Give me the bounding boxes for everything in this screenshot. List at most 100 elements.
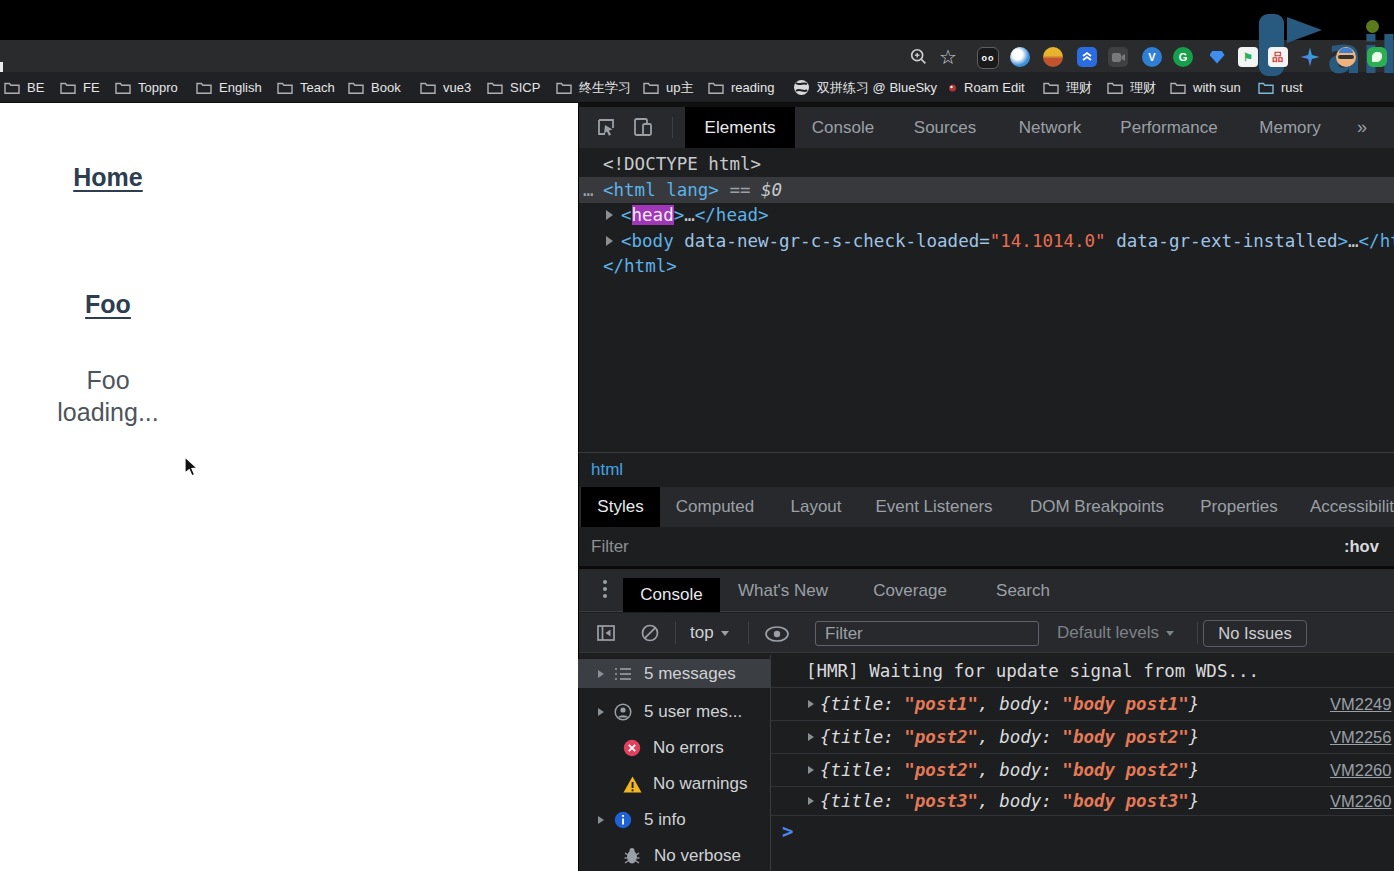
console-log-object[interactable]: {title: "post2", body: "body post2"}VM22…	[771, 754, 1394, 787]
tab-performance[interactable]: Performance	[1120, 107, 1217, 148]
body-expand-arrow[interactable]	[606, 236, 613, 246]
expand-arrow[interactable]	[808, 700, 814, 708]
source-link[interactable]: VM2249	[1330, 688, 1391, 720]
camera-icon[interactable]	[1108, 47, 1128, 67]
bookmark-vue3[interactable]: vue3	[420, 72, 471, 103]
sidebar-item-verbose[interactable]: No verbose	[578, 843, 770, 869]
green-flag-icon[interactable]: ⚑	[1238, 47, 1258, 67]
expand-arrow[interactable]	[598, 670, 604, 678]
tab-computed[interactable]: Computed	[676, 487, 754, 527]
styles-filter-input[interactable]: Filter	[591, 527, 629, 566]
log-levels-dropdown[interactable]: Default levels	[1057, 613, 1174, 653]
tab-accessibility[interactable]: Accessibility	[1310, 487, 1394, 527]
code-html-open[interactable]: <html lang> == $0	[603, 177, 782, 203]
tab-elements[interactable]: Elements	[685, 107, 795, 148]
grammarly-g-icon[interactable]: G	[1173, 47, 1193, 67]
red-org-icon[interactable]: 品	[1268, 47, 1288, 67]
sidebar-item-user-messages[interactable]: 5 user mes...	[578, 699, 770, 725]
tab-console[interactable]: Console	[812, 107, 874, 148]
code-html-close[interactable]: </html>	[603, 253, 677, 279]
source-link[interactable]: VM2260	[1330, 754, 1391, 786]
tab-network[interactable]: Network	[1019, 107, 1081, 148]
context-selector[interactable]: top	[690, 613, 729, 653]
console-prompt-chevron[interactable]: >	[782, 820, 793, 842]
drawer-tab-search[interactable]: Search	[996, 569, 1050, 612]
tab-event-listeners[interactable]: Event Listeners	[875, 487, 992, 527]
blue-chevrons-icon[interactable]	[1077, 47, 1097, 67]
live-expression-eye-icon[interactable]	[764, 626, 790, 642]
expand-arrow[interactable]	[808, 797, 814, 805]
blue-gem-icon[interactable]	[1207, 47, 1227, 67]
expand-arrow[interactable]	[598, 708, 604, 716]
bookmark-rust[interactable]: rust	[1258, 72, 1303, 103]
evernote-elephant-icon[interactable]	[1367, 47, 1387, 67]
bookmark-english[interactable]: English	[196, 72, 262, 103]
sidebar-item-info[interactable]: 5 info	[578, 807, 770, 833]
code-head[interactable]: <head>…</head>	[621, 202, 769, 228]
dark-reader-icon[interactable]: oo	[977, 47, 999, 69]
hidden-ellipsis[interactable]: …	[583, 177, 594, 203]
bookmark-roam-edit[interactable]: Roam Edit	[948, 72, 1025, 103]
tab-styles[interactable]: Styles	[581, 487, 660, 527]
tab-properties[interactable]: Properties	[1200, 487, 1277, 527]
bookmark-upzhu[interactable]: up主	[643, 72, 693, 103]
inspect-icon[interactable]	[596, 117, 616, 137]
console-log-object[interactable]: {title: "post2", body: "body post2"}VM22…	[771, 721, 1394, 754]
code-doctype[interactable]: <!DOCTYPE html>	[603, 151, 761, 177]
tab-dom-breakpoints[interactable]: DOM Breakpoints	[1030, 487, 1164, 527]
styles-filter-row	[579, 527, 1394, 566]
drawer-menu-icon[interactable]	[601, 580, 609, 598]
bookmark-shuangpin-bluesky[interactable]: 双拼练习 @ BlueSky	[793, 72, 937, 103]
pseudo-state-toggle[interactable]: :hov	[1344, 527, 1379, 566]
screen: ☆ oo V G ⚑ 品 ail BE FE Toppro English Te…	[0, 0, 1394, 871]
blue-circle-extension-icon[interactable]	[1010, 47, 1030, 67]
bookmark-with-sun[interactable]: with sun	[1170, 72, 1241, 103]
color-star-icon[interactable]	[1300, 47, 1320, 67]
code-body[interactable]: <body data-new-gr-c-s-check-loaded="14.1…	[621, 228, 1394, 254]
console-filter-input[interactable]: Filter	[815, 621, 1039, 646]
vimium-v-icon[interactable]: V	[1142, 47, 1162, 67]
no-issues-button[interactable]: No Issues	[1203, 620, 1307, 647]
bookmark-book[interactable]: Book	[348, 72, 401, 103]
console-sidebar-toggle-icon[interactable]	[596, 623, 616, 643]
expand-arrow[interactable]	[808, 766, 814, 774]
bookmark-star-icon[interactable]: ☆	[939, 45, 957, 69]
bowl-extension-icon[interactable]	[1043, 47, 1063, 67]
drawer-tab-whats-new[interactable]: What's New	[738, 569, 828, 612]
source-link[interactable]: VM2256	[1330, 721, 1391, 753]
bookmark-sicp[interactable]: SICP	[487, 72, 540, 103]
tab-layout[interactable]: Layout	[790, 487, 841, 527]
console-log-object[interactable]: {title: "post3", body: "body post3"}VM22…	[771, 787, 1394, 816]
sidebar-item-warnings[interactable]: No warnings	[578, 771, 770, 797]
sidebar-item-errors[interactable]: No errors	[578, 735, 770, 761]
green-dot	[1366, 20, 1379, 33]
bookmark-be[interactable]: BE	[4, 72, 44, 103]
expand-arrow[interactable]	[808, 733, 814, 741]
bookmark-toppro[interactable]: Toppro	[115, 72, 178, 103]
bookmark-licai-1[interactable]: 理财	[1043, 72, 1092, 103]
source-link[interactable]: VM2260	[1330, 787, 1391, 815]
bookmark-teach[interactable]: Teach	[277, 72, 335, 103]
console-log-hmr[interactable]: [HMR] Waiting for update signal from WDS…	[771, 655, 1394, 688]
avatar-face-icon[interactable]	[1336, 47, 1356, 67]
head-expand-arrow[interactable]	[606, 210, 613, 220]
device-toolbar-icon[interactable]	[632, 116, 654, 138]
foo-link[interactable]: Foo	[85, 290, 131, 318]
drawer-tab-console[interactable]: Console	[623, 578, 720, 612]
more-tabs-icon[interactable]: »	[1357, 107, 1367, 148]
clear-console-icon[interactable]	[640, 623, 660, 643]
bookmark-lifelong-learning[interactable]: 终生学习	[556, 72, 631, 103]
tab-memory[interactable]: Memory	[1259, 107, 1320, 148]
zoom-icon[interactable]	[909, 47, 929, 67]
home-link[interactable]: Home	[73, 163, 142, 191]
expand-arrow[interactable]	[598, 816, 604, 824]
sidebar-item-messages[interactable]: 5 messages	[578, 661, 770, 687]
bookmark-licai-2[interactable]: 理财	[1107, 72, 1156, 103]
foo-link-wrap: Foo	[0, 290, 216, 319]
bookmark-reading[interactable]: reading	[708, 72, 774, 103]
tab-sources[interactable]: Sources	[914, 107, 976, 148]
bookmark-fe[interactable]: FE	[60, 72, 100, 103]
console-log-object[interactable]: {title: "post1", body: "body post1"}VM22…	[771, 688, 1394, 721]
breadcrumb-html[interactable]: html	[591, 453, 623, 487]
drawer-tab-coverage[interactable]: Coverage	[873, 569, 947, 612]
